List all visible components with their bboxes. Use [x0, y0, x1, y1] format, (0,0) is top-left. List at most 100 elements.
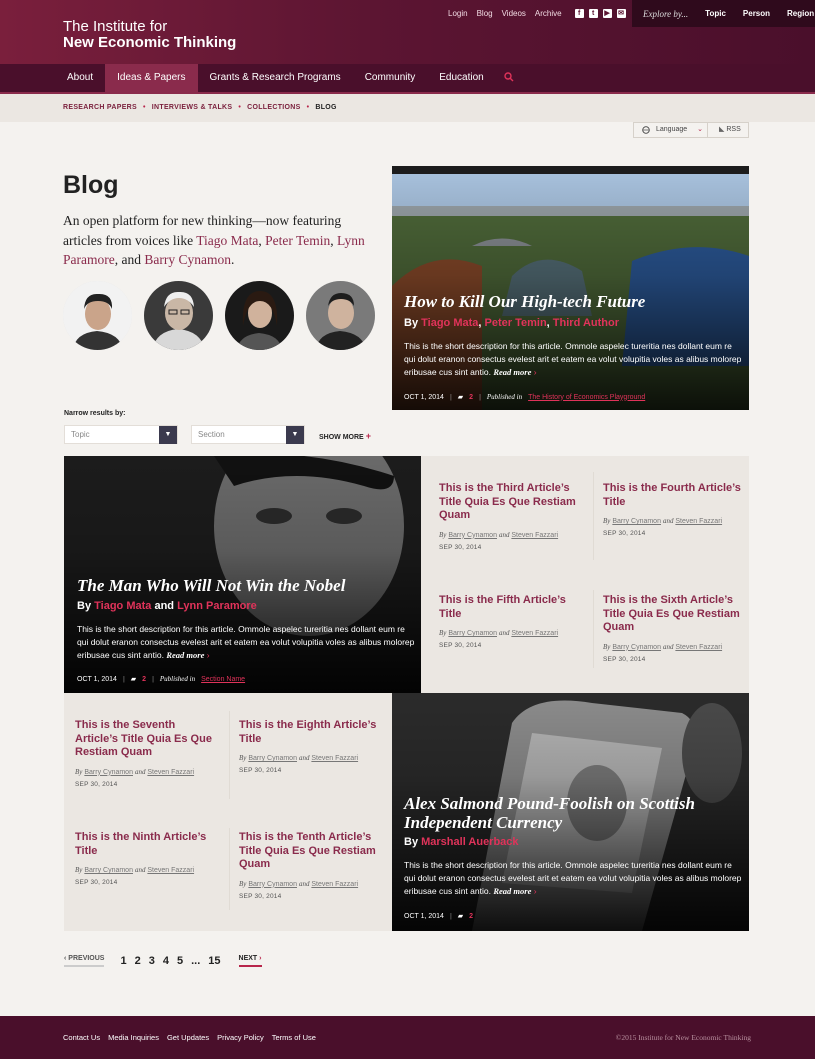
- author-link[interactable]: Tiago Mata: [421, 317, 478, 329]
- page-4[interactable]: 4: [163, 955, 169, 967]
- article-card[interactable]: This is the Fifth Article’s Title By Bar…: [439, 594, 579, 649]
- page-5[interactable]: 5: [177, 955, 183, 967]
- section-link[interactable]: The History of Economics Playground: [528, 394, 645, 401]
- card-title[interactable]: This is the Seventh Article’s Title Quia…: [75, 719, 215, 760]
- author-link[interactable]: Tiago Mata: [94, 600, 151, 612]
- article-title[interactable]: The Man Who Will Not Win the Nobel: [77, 576, 412, 595]
- explore-region[interactable]: Region: [787, 9, 814, 18]
- read-more-link[interactable]: Read more: [166, 650, 204, 660]
- read-more-link[interactable]: Read more: [493, 886, 531, 896]
- comment-count[interactable]: 2: [142, 676, 146, 683]
- article-card[interactable]: This is the Third Article’s Title Quia E…: [439, 482, 579, 551]
- author-link[interactable]: Barry Cynamon: [612, 518, 661, 525]
- comment-icon[interactable]: ▰: [458, 912, 463, 920]
- author-link[interactable]: Barry Cynamon: [612, 644, 661, 651]
- topic-select[interactable]: Topic ▼: [64, 425, 178, 444]
- author-link[interactable]: Steven Fazzari: [311, 881, 358, 888]
- comment-count[interactable]: 2: [469, 394, 473, 401]
- avatar[interactable]: [144, 281, 213, 350]
- featured-article-top[interactable]: How to Kill Our High-tech Future By Tiag…: [392, 166, 749, 410]
- author-link[interactable]: Tiago Mata: [196, 233, 258, 248]
- author-link[interactable]: Steven Fazzari: [511, 532, 558, 539]
- author-link[interactable]: Steven Fazzari: [147, 867, 194, 874]
- author-link[interactable]: Barry Cynamon: [84, 769, 133, 776]
- avatar[interactable]: [306, 281, 375, 350]
- author-link[interactable]: Barry Cynamon: [248, 881, 297, 888]
- page-3[interactable]: 3: [149, 955, 155, 967]
- author-link[interactable]: Steven Fazzari: [675, 644, 722, 651]
- article-card[interactable]: This is the Sixth Article’s Title Quia E…: [603, 594, 743, 663]
- card-title[interactable]: This is the Fifth Article’s Title: [439, 594, 579, 621]
- site-logo[interactable]: The Institute for New Economic Thinking: [63, 19, 236, 51]
- author-link[interactable]: Peter Temin: [485, 317, 547, 329]
- author-link[interactable]: Third Author: [553, 317, 619, 329]
- card-title[interactable]: This is the Eighth Article’s Title: [239, 719, 379, 746]
- author-link[interactable]: Barry Cynamon: [448, 630, 497, 637]
- youtube-icon[interactable]: ▶: [602, 9, 612, 18]
- facebook-icon[interactable]: f: [574, 9, 584, 18]
- footer-updates[interactable]: Get Updates: [167, 1033, 209, 1042]
- page-15[interactable]: 15: [208, 955, 220, 967]
- card-title[interactable]: This is the Tenth Article’s Title Quia E…: [239, 831, 379, 872]
- nav-grants[interactable]: Grants & Research Programs: [198, 64, 353, 92]
- card-title[interactable]: This is the Third Article’s Title Quia E…: [439, 482, 579, 523]
- section-select[interactable]: Section ▼: [191, 425, 305, 444]
- nav-community[interactable]: Community: [353, 64, 428, 92]
- explore-topic[interactable]: Topic: [705, 9, 726, 18]
- language-dropdown[interactable]: Language ⌄: [634, 123, 708, 137]
- card-title[interactable]: This is the Ninth Article’s Title: [75, 831, 215, 858]
- archive-link[interactable]: Archive: [535, 9, 562, 18]
- author-link[interactable]: Steven Fazzari: [675, 518, 722, 525]
- footer-contact[interactable]: Contact Us: [63, 1033, 100, 1042]
- next-button[interactable]: NEXT ›: [238, 955, 262, 967]
- nav-ideas-papers[interactable]: Ideas & Papers: [105, 64, 198, 92]
- email-icon[interactable]: ✉: [616, 9, 626, 18]
- avatar[interactable]: [225, 281, 294, 350]
- rss-link[interactable]: ◣ RSS: [708, 123, 741, 137]
- author-link[interactable]: Steven Fazzari: [311, 755, 358, 762]
- search-icon[interactable]: [496, 64, 522, 92]
- page-2[interactable]: 2: [135, 955, 141, 967]
- card-title[interactable]: This is the Sixth Article’s Title Quia E…: [603, 594, 743, 635]
- nav-about[interactable]: About: [55, 64, 105, 92]
- author-link[interactable]: Barry Cynamon: [248, 755, 297, 762]
- featured-article-mid[interactable]: The Man Who Will Not Win the Nobel By Ti…: [64, 456, 421, 693]
- article-title[interactable]: How to Kill Our High-tech Future: [404, 292, 739, 311]
- card-title[interactable]: This is the Fourth Article’s Title: [603, 482, 743, 509]
- author-link[interactable]: Barry Cynamon: [144, 252, 231, 267]
- explore-person[interactable]: Person: [743, 9, 770, 18]
- article-card[interactable]: This is the Eighth Article’s Title By Ba…: [239, 719, 379, 774]
- twitter-icon[interactable]: t: [588, 9, 598, 18]
- blog-link[interactable]: Blog: [477, 9, 493, 18]
- featured-article-bottom[interactable]: Alex Salmond Pound-Foolish on Scottish I…: [392, 693, 749, 931]
- previous-button[interactable]: ‹ PREVIOUS: [64, 955, 105, 967]
- crumb-interviews[interactable]: INTERVIEWS & TALKS: [152, 104, 233, 111]
- comment-icon[interactable]: ▰: [458, 393, 463, 401]
- comment-count[interactable]: 2: [469, 913, 473, 920]
- read-more-link[interactable]: Read more: [493, 367, 531, 377]
- author-link[interactable]: Lynn Paramore: [177, 600, 257, 612]
- author-link[interactable]: Barry Cynamon: [448, 532, 497, 539]
- author-link[interactable]: Barry Cynamon: [84, 867, 133, 874]
- nav-education[interactable]: Education: [427, 64, 495, 92]
- article-card[interactable]: This is the Fourth Article’s Title By Ba…: [603, 482, 743, 537]
- crumb-research-papers[interactable]: RESEARCH PAPERS: [63, 104, 137, 111]
- author-link[interactable]: Steven Fazzari: [147, 769, 194, 776]
- section-link[interactable]: Section Name: [201, 676, 245, 683]
- footer-terms[interactable]: Terms of Use: [272, 1033, 316, 1042]
- article-card[interactable]: This is the Seventh Article’s Title Quia…: [75, 719, 215, 788]
- article-card[interactable]: This is the Tenth Article’s Title Quia E…: [239, 831, 379, 900]
- show-more-button[interactable]: SHOW MORE +: [319, 431, 371, 441]
- footer-media[interactable]: Media Inquiries: [108, 1033, 159, 1042]
- login-link[interactable]: Login: [448, 9, 468, 18]
- comment-icon[interactable]: ▰: [131, 675, 136, 683]
- crumb-collections[interactable]: COLLECTIONS: [247, 104, 300, 111]
- videos-link[interactable]: Videos: [502, 9, 526, 18]
- footer-privacy[interactable]: Privacy Policy: [217, 1033, 264, 1042]
- page-1[interactable]: 1: [120, 955, 126, 967]
- author-link[interactable]: Marshall Auerback: [421, 836, 518, 848]
- author-link[interactable]: Peter Temin: [265, 233, 330, 248]
- author-link[interactable]: Steven Fazzari: [511, 630, 558, 637]
- article-card[interactable]: This is the Ninth Article’s Title By Bar…: [75, 831, 215, 886]
- article-title[interactable]: Alex Salmond Pound-Foolish on Scottish I…: [404, 794, 739, 832]
